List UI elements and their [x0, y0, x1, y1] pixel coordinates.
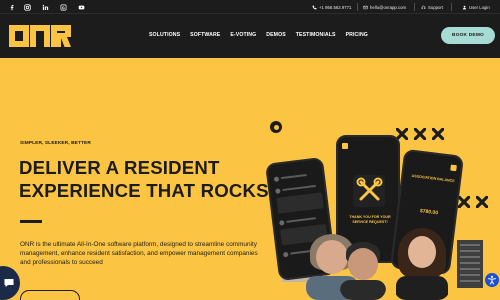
nav-item-testimonials[interactable]: TESTIMONIALS [296, 32, 336, 38]
user-login-link[interactable]: User Login [462, 2, 490, 12]
nav-item-software[interactable]: SOFTWARE [190, 32, 220, 38]
youtube-icon[interactable] [76, 2, 86, 12]
divider [357, 3, 358, 11]
nav-item-demos[interactable]: DEMOS [266, 32, 286, 38]
nav-item-solutions[interactable]: SOLUTIONS [149, 32, 180, 38]
service-request-confirmation: THANK YOU FOR YOUR SERVICE REQUEST! [349, 215, 391, 224]
nav-menu: SOLUTIONS SOFTWARE E-VOTING DEMOS TESTIM… [149, 32, 368, 38]
user-login-label: User Login [469, 4, 490, 10]
feed-card [276, 192, 324, 214]
accessibility-icon [488, 275, 496, 285]
instagram-icon[interactable] [22, 2, 32, 12]
logo-letter-o [9, 25, 29, 47]
app-badge [342, 143, 348, 149]
decorative-ring [270, 121, 282, 133]
support-link[interactable]: Support [421, 2, 443, 12]
decorative-x-icon [414, 128, 426, 140]
decorative-x-icon [432, 128, 444, 140]
user-icon [462, 5, 467, 9]
divider [414, 3, 415, 11]
phone-number: +1 866.562.9771 [319, 4, 352, 10]
decorative-x-icon [458, 196, 470, 208]
nav-item-pricing[interactable]: PRICING [346, 32, 368, 38]
divider [451, 3, 452, 11]
envelope-icon [363, 5, 368, 9]
association-balance-title: ASSOCIATION BALANCE [411, 173, 455, 184]
nav-item-e-voting[interactable]: E-VOTING [230, 32, 256, 38]
main-navigation: SOLUTIONS SOFTWARE E-VOTING DEMOS TESTIM… [0, 14, 500, 58]
logo-letter-n [30, 25, 50, 47]
hero-headline: DELIVER A RESIDENT EXPERIENCE THAT ROCKS [19, 157, 269, 201]
phone-icon [312, 5, 317, 9]
association-balance-value: $780.00 [419, 208, 439, 217]
phone-contact[interactable]: +1 866.562.9771 [312, 2, 351, 12]
resident-photo-man [340, 240, 386, 300]
house-illustration [457, 240, 483, 288]
email-contact[interactable]: hello@onrapp.com [363, 2, 406, 12]
wrench-icon [353, 175, 385, 207]
app-badge [450, 164, 457, 172]
hero-cta-button[interactable] [20, 290, 80, 300]
headline-underline [20, 220, 42, 223]
utility-bar: +1 866.562.9771 hello@onrapp.com Support… [0, 0, 500, 14]
chat-widget-button[interactable] [0, 266, 20, 300]
book-demo-button[interactable]: BOOK DEMO [441, 27, 495, 44]
headset-icon [421, 5, 426, 9]
linkedin-icon[interactable] [40, 2, 50, 12]
feed-header [273, 171, 307, 183]
accessibility-button[interactable] [485, 273, 499, 287]
email-address: hello@onrapp.com [370, 4, 407, 10]
resident-photo-young-woman [394, 228, 450, 300]
logo-letter-r [51, 25, 71, 47]
google-my-business-icon[interactable] [58, 2, 68, 12]
chat-icon [4, 279, 14, 287]
decorative-x-icon [476, 196, 488, 208]
onr-logo[interactable] [9, 25, 71, 47]
support-label: Support [428, 4, 444, 10]
hero-eyebrow: SIMPLER, SLEEKER, BETTER [20, 141, 91, 146]
facebook-icon[interactable] [7, 2, 17, 12]
hero-description: ONR is the ultimate All-In-One software … [20, 241, 258, 267]
